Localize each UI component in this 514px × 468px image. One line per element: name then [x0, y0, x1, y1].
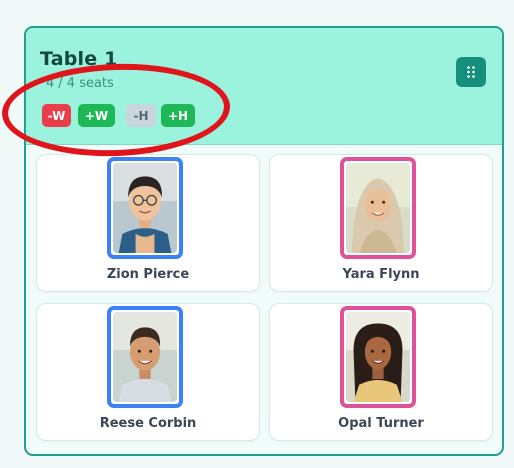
increase-height-button[interactable]: +H: [161, 104, 195, 127]
table-header: Table 1 4/ 4 seats -W +W -H +H: [26, 28, 502, 145]
seat-card-zion-pierce[interactable]: Zion Pierce: [36, 154, 260, 292]
student-name: Reese Corbin: [99, 416, 197, 431]
student-name: Zion Pierce: [106, 267, 190, 282]
student-portrait-image: [113, 312, 177, 402]
student-portrait-image: [113, 163, 177, 253]
student-photo: [107, 157, 183, 259]
table-title: Table 1: [40, 48, 118, 70]
seat-card-yara-flynn[interactable]: Yara Flynn: [269, 154, 493, 292]
seat-count: 4/ 4 seats: [46, 76, 114, 91]
drag-grip-icon: [467, 66, 475, 78]
student-photo: [340, 306, 416, 408]
seat-card-reese-corbin[interactable]: Reese Corbin: [36, 303, 260, 441]
decrease-height-button[interactable]: -H: [126, 104, 156, 127]
student-photo: [340, 157, 416, 259]
student-portrait-image: [346, 312, 410, 402]
seat-card-opal-turner[interactable]: Opal Turner: [269, 303, 493, 441]
table-drag-handle[interactable]: [456, 57, 486, 87]
seat-count-label: / 4 seats: [58, 76, 114, 91]
table-card: Table 1 4/ 4 seats -W +W -H +H Zion Pier…: [24, 26, 504, 456]
student-name: Yara Flynn: [342, 267, 420, 282]
decrease-width-button[interactable]: -W: [42, 104, 71, 127]
seat-count-number: 4: [46, 76, 55, 91]
student-photo: [107, 306, 183, 408]
increase-width-button[interactable]: +W: [78, 104, 115, 127]
student-portrait-image: [346, 163, 410, 253]
student-name: Opal Turner: [338, 416, 424, 431]
